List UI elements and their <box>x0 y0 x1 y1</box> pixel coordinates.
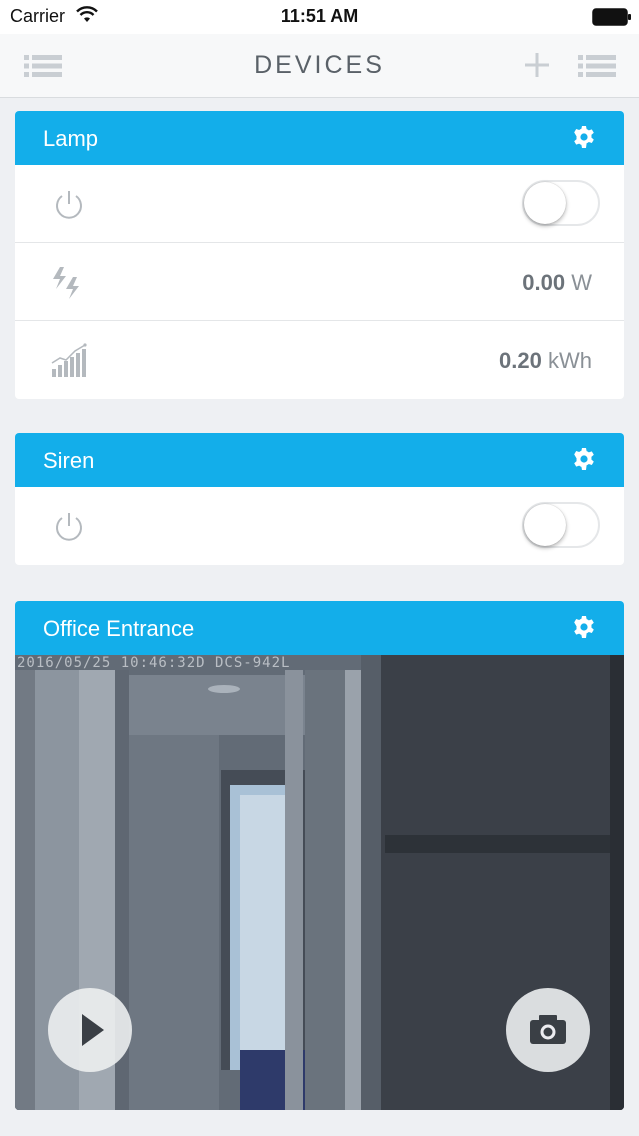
power-toggle[interactable] <box>522 180 600 226</box>
list-menu-icon[interactable] <box>578 54 616 78</box>
device-card-lamp: Lamp 0.00 W 0.20 kWh <box>15 111 624 399</box>
toggle-knob <box>524 182 566 224</box>
power-value: 0.00 W <box>522 270 592 295</box>
device-card-office-entrance: Office Entrance 2016/05/25 10:46:32D DCS… <box>15 601 624 1110</box>
plus-icon[interactable] <box>524 52 550 78</box>
device-card-siren: Siren <box>15 433 624 565</box>
power-row <box>15 165 624 243</box>
play-button[interactable] <box>48 988 132 1072</box>
energy-row: 0.20 kWh <box>15 321 624 399</box>
gear-icon[interactable] <box>572 615 596 639</box>
status-time: 11:51 AM <box>280 6 359 26</box>
power-toggle[interactable] <box>522 502 600 548</box>
power-consumption-row: 0.00 W <box>15 243 624 321</box>
camera-feed[interactable]: 2016/05/25 10:46:32D DCS-942L <box>15 655 624 1110</box>
device-name: Siren <box>43 448 95 473</box>
card-header: Office Entrance <box>15 601 624 655</box>
power-row <box>15 487 624 565</box>
camera-icon <box>530 1015 566 1044</box>
bar-chart-trend-icon <box>51 343 87 377</box>
device-name: Office Entrance <box>43 616 195 641</box>
power-icon <box>56 191 82 219</box>
device-name: Lamp <box>43 126 99 151</box>
power-icon <box>56 513 82 541</box>
gear-icon[interactable] <box>572 125 596 149</box>
battery-icon <box>592 8 631 26</box>
energy-value: 0.20 kWh <box>499 348 592 373</box>
nav-bar: DEVICES <box>0 34 639 98</box>
card-header: Siren <box>15 433 624 487</box>
gear-icon[interactable] <box>572 447 596 471</box>
status-bar: Carrier 11:51 AM <box>0 0 639 34</box>
play-icon <box>82 1014 104 1046</box>
lightning-icon <box>53 267 79 299</box>
toggle-knob <box>524 504 566 546</box>
snapshot-button[interactable] <box>506 988 590 1072</box>
camera-timestamp: 2016/05/25 10:46:32D DCS-942L <box>17 655 291 671</box>
card-header: Lamp <box>15 111 624 165</box>
